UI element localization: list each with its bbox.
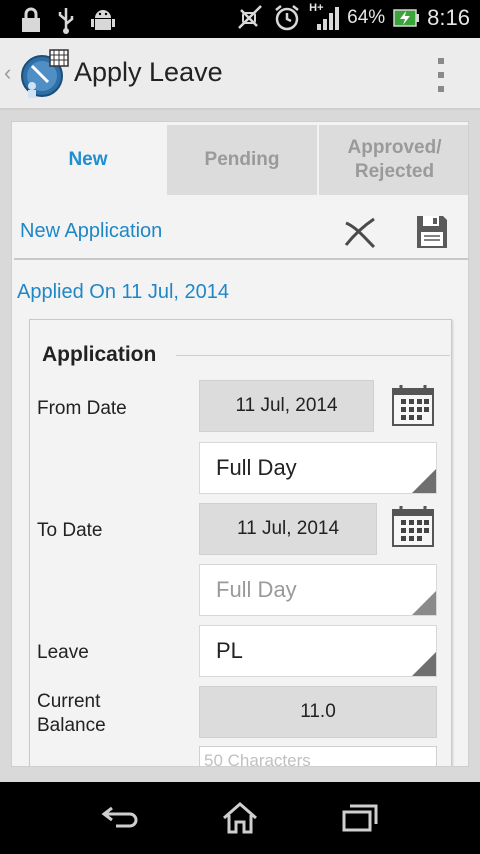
recent-apps-icon[interactable] — [340, 800, 380, 836]
from-date-label: From Date — [37, 398, 127, 419]
back-icon[interactable] — [100, 800, 140, 836]
navigation-bar — [0, 782, 480, 854]
save-icon[interactable] — [415, 214, 449, 250]
usb-icon — [58, 8, 74, 34]
leave-label: Leave — [37, 642, 89, 663]
leave-card: New Pending Approved/ Rejected New Appli… — [11, 121, 469, 767]
home-icon[interactable] — [220, 800, 260, 836]
section-divider — [176, 355, 450, 356]
from-date-calendar-icon[interactable] — [391, 383, 435, 427]
tab-new[interactable]: New — [12, 125, 164, 195]
to-date-field[interactable]: 11 Jul, 2014 — [199, 503, 377, 555]
dropdown-corner-icon — [412, 652, 436, 676]
from-date-field[interactable]: 11 Jul, 2014 — [199, 380, 374, 432]
header-divider — [14, 258, 468, 260]
remarks-input[interactable]: 50 Characters — [199, 746, 437, 766]
cancel-icon[interactable] — [342, 215, 378, 251]
application-form: Application From Date 11 Jul, 2014 Full … — [29, 319, 452, 766]
tab-approved-rejected[interactable]: Approved/ Rejected — [319, 125, 468, 195]
alarm-icon — [275, 5, 299, 31]
dropdown-corner-icon — [412, 591, 436, 615]
signal-icon: H+ — [309, 2, 340, 32]
applied-on-date: Applied On 11 Jul, 2014 — [17, 281, 230, 303]
action-bar: ‹ Apply Leave — [0, 38, 480, 110]
to-duration-select[interactable]: Full Day — [199, 564, 437, 616]
current-balance-field: 11.0 — [199, 686, 437, 738]
to-date-calendar-icon[interactable] — [391, 504, 435, 548]
to-duration-value: Full Day — [216, 577, 297, 602]
screen-title: Apply Leave — [74, 57, 223, 87]
to-date-label: To Date — [37, 520, 103, 541]
mute-icon — [238, 5, 263, 29]
dropdown-corner-icon — [412, 469, 436, 493]
leave-type-value: PL — [216, 638, 243, 663]
tab-bar: New Pending Approved/ Rejected — [12, 122, 468, 198]
from-duration-select[interactable]: Full Day — [199, 442, 437, 494]
clock: 8:16 — [427, 5, 470, 30]
overflow-menu-icon[interactable] — [436, 58, 446, 92]
app-logo-icon[interactable] — [18, 48, 70, 100]
section-title: Application — [42, 343, 157, 366]
android-icon — [91, 10, 115, 30]
from-duration-value: Full Day — [216, 455, 297, 480]
up-navigation-icon[interactable]: ‹ — [4, 60, 11, 86]
leave-type-select[interactable]: PL — [199, 625, 437, 677]
sub-header-title: New Application — [20, 220, 163, 242]
lock-icon — [22, 7, 40, 32]
current-balance-label: Current Balance — [37, 691, 106, 736]
status-bar: H+ 64% 8:16 — [0, 0, 480, 38]
battery-percent: 64% — [347, 7, 386, 28]
battery-charging-icon — [393, 9, 420, 27]
tab-pending[interactable]: Pending — [167, 125, 317, 195]
